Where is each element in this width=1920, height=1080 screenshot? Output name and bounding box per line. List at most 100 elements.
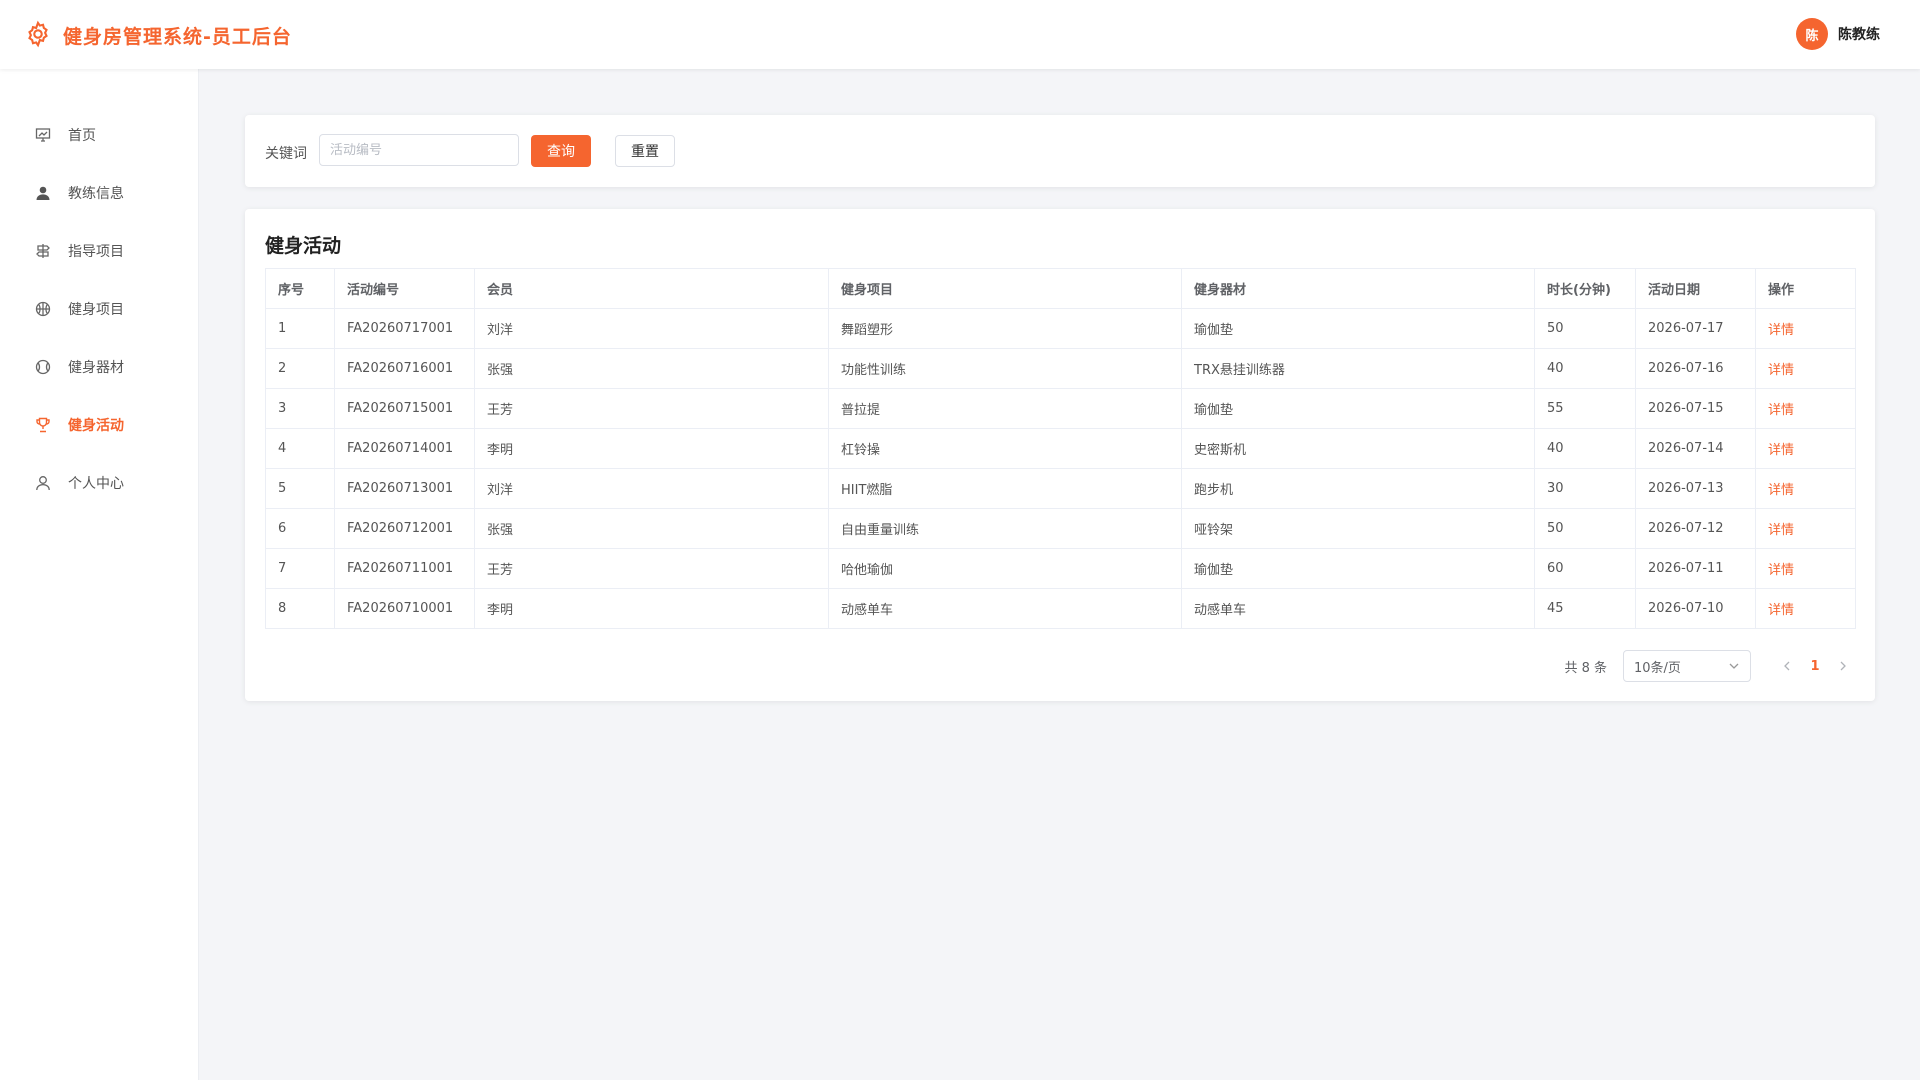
prev-page-button[interactable] <box>1775 654 1799 678</box>
table-cell: 功能性训练 <box>828 348 1182 389</box>
table-row: 8 FA20260710001 李明 动感单车 动感单车 45 2026-07-10 详情 <box>265 588 1856 629</box>
activity-table-panel: 健身活动 序号 活动编号 会员 健身项目 健身器材 时长(分钟) 活动日期 操作… <box>245 209 1875 701</box>
top-header: 健身房管理系统-员工后台 陈 陈教练 <box>0 0 1920 69</box>
table-cell: FA20260716001 <box>334 348 475 389</box>
column-header: 序号 <box>265 268 335 309</box>
reset-button[interactable]: 重置 <box>615 135 675 167</box>
gear-icon <box>28 20 48 48</box>
query-button[interactable]: 查询 <box>531 135 591 167</box>
table-cell: 张强 <box>474 348 829 389</box>
sidebar-item-profile[interactable]: 个人中心 <box>0 463 199 503</box>
sidebar-item-fitness-project[interactable]: 健身项目 <box>0 289 199 329</box>
next-page-button[interactable] <box>1831 654 1855 678</box>
chevron-right-icon <box>1840 661 1846 671</box>
table-cell: 李明 <box>474 588 829 629</box>
column-header: 活动编号 <box>334 268 475 309</box>
table-cell: 3 <box>265 388 335 429</box>
keyword-label: 关键词 <box>265 146 307 162</box>
table-cell-action: 详情 <box>1755 428 1856 469</box>
table-cell-action: 详情 <box>1755 348 1856 389</box>
sidebar-item-activities[interactable]: 健身活动 <box>0 405 199 445</box>
table-row: 3 FA20260715001 王芳 普拉提 瑜伽垫 55 2026-07-15 详情 <box>265 388 1856 429</box>
table-cell: 2026-07-13 <box>1635 468 1756 509</box>
table-cell: 2026-07-15 <box>1635 388 1756 429</box>
detail-link[interactable]: 详情 <box>1768 323 1794 338</box>
baseball-icon <box>34 358 52 376</box>
table-cell: 跑步机 <box>1181 468 1535 509</box>
table-cell: 8 <box>265 588 335 629</box>
sidebar-item-coach-info[interactable]: 教练信息 <box>0 173 199 213</box>
chevron-left-icon <box>1784 661 1790 671</box>
table-cell: 普拉提 <box>828 388 1182 429</box>
table-cell: 瑜伽垫 <box>1181 388 1535 429</box>
table-cell: 刘洋 <box>474 468 829 509</box>
user-menu[interactable]: 陈 陈教练 <box>1796 18 1880 50</box>
table-cell: 2026-07-12 <box>1635 508 1756 549</box>
column-header: 活动日期 <box>1635 268 1756 309</box>
detail-link[interactable]: 详情 <box>1768 403 1794 418</box>
table-cell-action: 详情 <box>1755 388 1856 429</box>
sidebar-item-label: 健身项目 <box>68 302 124 318</box>
table-cell: 2026-07-11 <box>1635 548 1756 589</box>
table-cell: 动感单车 <box>1181 588 1535 629</box>
table-cell: 60 <box>1534 548 1636 589</box>
search-panel: 关键词 查询 重置 <box>245 115 1875 187</box>
table-cell: 7 <box>265 548 335 589</box>
page-size-select[interactable]: 10条/页 <box>1623 650 1751 682</box>
detail-link[interactable]: 详情 <box>1768 483 1794 498</box>
app-title: 健身房管理系统-员工后台 <box>63 26 292 48</box>
keyword-input[interactable] <box>319 134 519 166</box>
table-cell-action: 详情 <box>1755 508 1856 549</box>
table-cell: 王芳 <box>474 388 829 429</box>
column-header: 健身器材 <box>1181 268 1535 309</box>
user-name[interactable]: 陈教练 <box>1838 24 1880 44</box>
detail-link[interactable]: 详情 <box>1768 363 1794 378</box>
table-cell: 30 <box>1534 468 1636 509</box>
table-cell: 2026-07-16 <box>1635 348 1756 389</box>
table-cell: 5 <box>265 468 335 509</box>
table-cell: 王芳 <box>474 548 829 589</box>
dashboard-icon <box>34 126 52 144</box>
signpost-icon <box>34 242 52 260</box>
table-cell-action: 详情 <box>1755 548 1856 589</box>
pagination: 共 8 条 10条/页 1 <box>1564 650 1855 682</box>
table-body: 1 FA20260717001 刘洋 舞蹈塑形 瑜伽垫 50 2026-07-17 详情 2 FA… <box>265 308 1856 629</box>
sidebar: 首页 教练信息 指导项目 健身项目 健身器材 健身活动 个人中心 <box>0 69 199 1080</box>
sidebar-item-home[interactable]: 首页 <box>0 115 199 155</box>
table-row: 4 FA20260714001 李明 杠铃操 史密斯机 40 2026-07-14 详情 <box>265 428 1856 469</box>
table-cell: 2 <box>265 348 335 389</box>
page-number[interactable]: 1 <box>1799 654 1831 678</box>
avatar[interactable]: 陈 <box>1796 18 1828 50</box>
table-cell: 2026-07-10 <box>1635 588 1756 629</box>
table-cell: 哑铃架 <box>1181 508 1535 549</box>
table-cell: 哈他瑜伽 <box>828 548 1182 589</box>
column-header: 时长(分钟) <box>1534 268 1636 309</box>
table-cell: 动感单车 <box>828 588 1182 629</box>
table-cell-action: 详情 <box>1755 468 1856 509</box>
sidebar-item-label: 个人中心 <box>68 476 124 492</box>
table-header-row: 序号 活动编号 会员 健身项目 健身器材 时长(分钟) 活动日期 操作 <box>265 268 1856 309</box>
sidebar-item-guidance[interactable]: 指导项目 <box>0 231 199 271</box>
table-cell: 2026-07-17 <box>1635 308 1756 349</box>
detail-link[interactable]: 详情 <box>1768 563 1794 578</box>
table-cell: 李明 <box>474 428 829 469</box>
table-cell: 自由重量训练 <box>828 508 1182 549</box>
user-icon <box>34 184 52 202</box>
table-cell: 杠铃操 <box>828 428 1182 469</box>
chevron-down-icon <box>1729 663 1739 669</box>
detail-link[interactable]: 详情 <box>1768 523 1794 538</box>
sidebar-item-equipment[interactable]: 健身器材 <box>0 347 199 387</box>
section-title: 健身活动 <box>265 235 342 257</box>
table-cell: 55 <box>1534 388 1636 429</box>
basketball-icon <box>34 300 52 318</box>
table-row: 7 FA20260711001 王芳 哈他瑜伽 瑜伽垫 60 2026-07-11 详情 <box>265 548 1856 589</box>
column-header: 会员 <box>474 268 829 309</box>
table-cell-action: 详情 <box>1755 308 1856 349</box>
table-cell: FA20260712001 <box>334 508 475 549</box>
detail-link[interactable]: 详情 <box>1768 603 1794 618</box>
detail-link[interactable]: 详情 <box>1768 443 1794 458</box>
table-cell: 45 <box>1534 588 1636 629</box>
table-cell: HIIT燃脂 <box>828 468 1182 509</box>
table-row: 2 FA20260716001 张强 功能性训练 TRX悬挂训练器 40 2026-07-1… <box>265 348 1856 389</box>
table-cell: 50 <box>1534 508 1636 549</box>
